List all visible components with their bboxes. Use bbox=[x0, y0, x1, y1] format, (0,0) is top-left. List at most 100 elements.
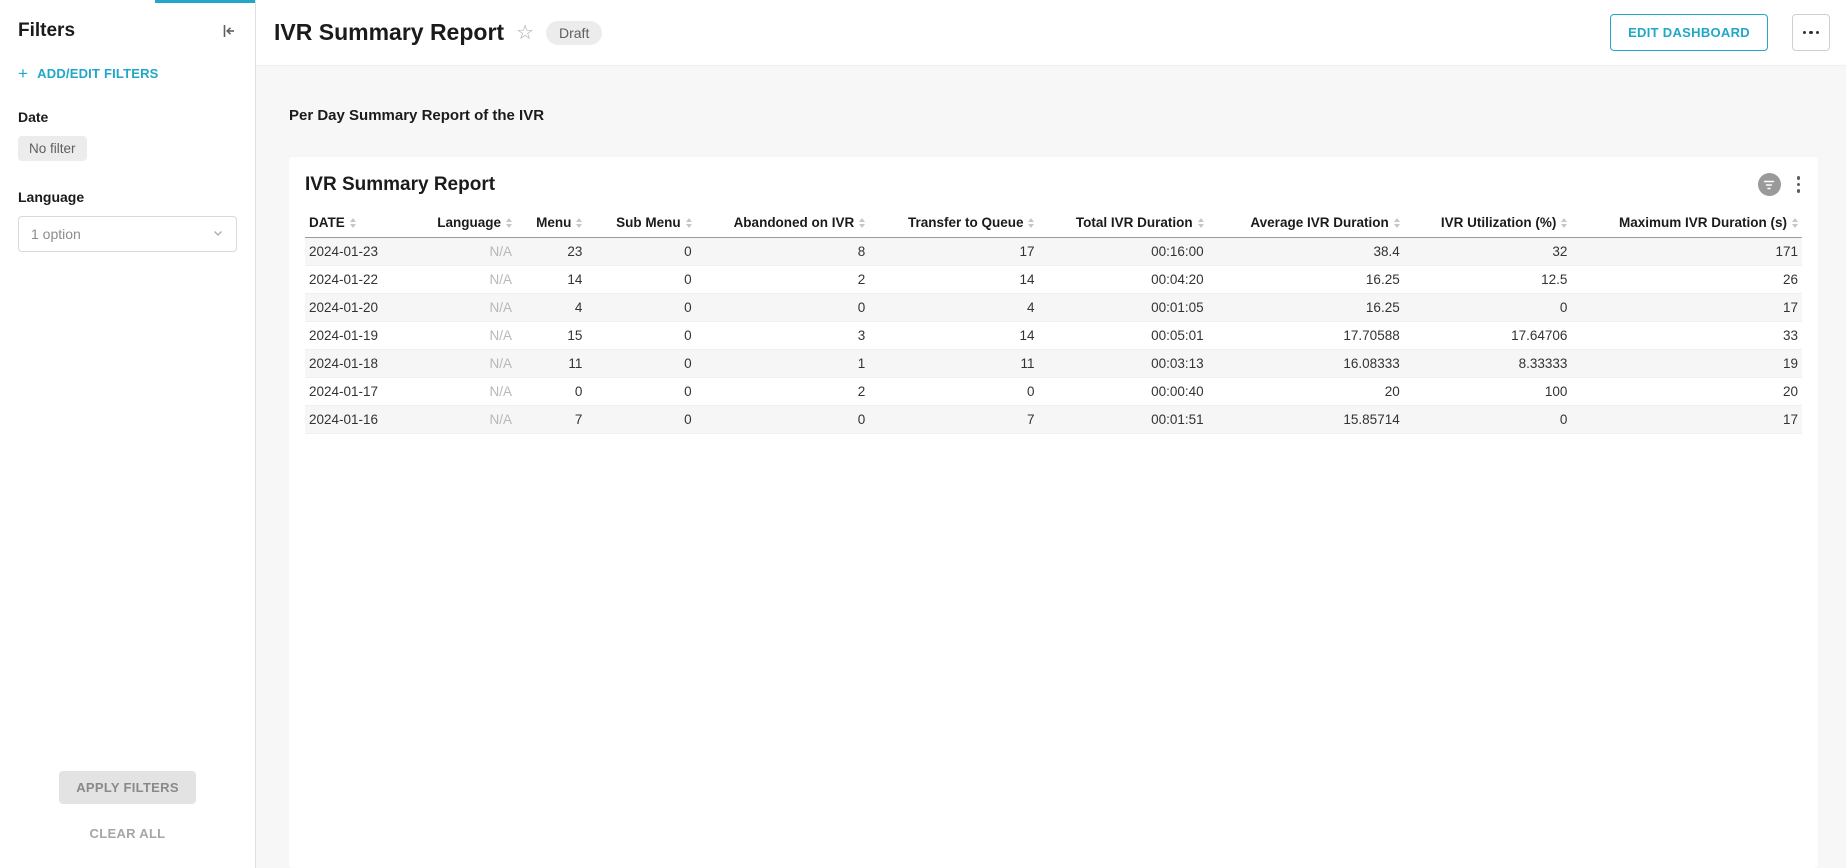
table-cell: 17 bbox=[1571, 294, 1802, 322]
column-header[interactable]: Maximum IVR Duration (s) bbox=[1571, 210, 1802, 238]
language-select[interactable]: 1 option bbox=[18, 216, 237, 252]
sort-icon bbox=[1561, 218, 1567, 228]
more-options-button[interactable] bbox=[1792, 14, 1830, 51]
table-cell: 11 bbox=[516, 350, 586, 378]
table-cell: 8.33333 bbox=[1404, 350, 1572, 378]
chevron-down-icon bbox=[212, 226, 224, 242]
table-cell: 4 bbox=[869, 294, 1038, 322]
table-cell: 0 bbox=[586, 378, 695, 406]
table-cell: N/A bbox=[419, 378, 516, 406]
table-cell: 11 bbox=[869, 350, 1038, 378]
column-header[interactable]: Menu bbox=[516, 210, 586, 238]
table-row: 2024-01-18N/A11011100:03:1316.083338.333… bbox=[305, 350, 1802, 378]
column-header[interactable]: IVR Utilization (%) bbox=[1404, 210, 1572, 238]
table-cell: 0 bbox=[869, 378, 1038, 406]
table-cell: 00:16:00 bbox=[1038, 238, 1207, 266]
header-actions: EDIT DASHBOARD bbox=[1610, 14, 1830, 51]
table-cell: 1 bbox=[696, 350, 870, 378]
table-cell: 19 bbox=[1571, 350, 1802, 378]
title-wrap: IVR Summary Report ☆ Draft bbox=[274, 19, 602, 46]
table-row: 2024-01-22N/A14021400:04:2016.2512.526 bbox=[305, 266, 1802, 294]
column-header[interactable]: Total IVR Duration bbox=[1038, 210, 1207, 238]
column-header[interactable]: Transfer to Queue bbox=[869, 210, 1038, 238]
sort-icon bbox=[1792, 218, 1798, 228]
table-cell: 0 bbox=[586, 238, 695, 266]
chart-title: IVR Summary Report bbox=[305, 174, 495, 196]
chart-card-icons bbox=[1758, 173, 1803, 196]
column-header[interactable]: Sub Menu bbox=[586, 210, 695, 238]
dashboard-header: IVR Summary Report ☆ Draft EDIT DASHBOAR… bbox=[256, 0, 1846, 66]
sort-icon bbox=[350, 218, 356, 228]
table-cell: 7 bbox=[869, 406, 1038, 434]
table-cell: 0 bbox=[586, 406, 695, 434]
dashboard-app: Filters + ADD/EDIT FILTERS Date No filte… bbox=[0, 0, 1846, 868]
table-cell: 00:04:20 bbox=[1038, 266, 1207, 294]
column-header[interactable]: DATE bbox=[305, 210, 419, 238]
add-edit-filters-label: ADD/EDIT FILTERS bbox=[37, 66, 158, 81]
favorite-star-icon[interactable]: ☆ bbox=[516, 23, 534, 43]
table-cell: 2024-01-18 bbox=[305, 350, 419, 378]
table-row: 2024-01-16N/A700700:01:5115.85714017 bbox=[305, 406, 1802, 434]
markdown-text: Per Day Summary Report of the IVR bbox=[289, 106, 1818, 125]
table-cell: 17.64706 bbox=[1404, 322, 1572, 350]
date-filter-group: Date No filter bbox=[18, 109, 237, 161]
table-cell: 2024-01-20 bbox=[305, 294, 419, 322]
filter-sidebar: Filters + ADD/EDIT FILTERS Date No filte… bbox=[0, 0, 256, 868]
table-cell: 14 bbox=[869, 322, 1038, 350]
table-cell: 32 bbox=[1404, 238, 1572, 266]
column-header[interactable]: Abandoned on IVR bbox=[696, 210, 870, 238]
table-cell: 0 bbox=[586, 322, 695, 350]
column-header-label: Transfer to Queue bbox=[908, 215, 1024, 230]
table-cell: 00:00:40 bbox=[1038, 378, 1207, 406]
table-cell: 16.25 bbox=[1208, 294, 1404, 322]
table-cell: 0 bbox=[1404, 406, 1572, 434]
edit-dashboard-button[interactable]: EDIT DASHBOARD bbox=[1610, 14, 1768, 51]
table-row: 2024-01-20N/A400400:01:0516.25017 bbox=[305, 294, 1802, 322]
column-header-label: Maximum IVR Duration (s) bbox=[1619, 215, 1787, 230]
table-cell: 7 bbox=[516, 406, 586, 434]
language-filter-group: Language 1 option bbox=[18, 189, 237, 252]
collapse-sidebar-icon[interactable] bbox=[219, 22, 237, 40]
sidebar-header: Filters bbox=[0, 0, 255, 42]
sidebar-tab-indicator bbox=[155, 0, 255, 3]
column-header-label: DATE bbox=[309, 215, 345, 230]
table-cell: 16.25 bbox=[1208, 266, 1404, 294]
cross-filter-indicator-icon[interactable] bbox=[1758, 173, 1781, 196]
table-cell: 14 bbox=[516, 266, 586, 294]
table-row: 2024-01-17N/A002000:00:402010020 bbox=[305, 378, 1802, 406]
column-header[interactable]: Average IVR Duration bbox=[1208, 210, 1404, 238]
table-cell: 14 bbox=[869, 266, 1038, 294]
table-cell: 8 bbox=[696, 238, 870, 266]
table-cell: 4 bbox=[516, 294, 586, 322]
column-header[interactable]: Language bbox=[419, 210, 516, 238]
table-cell: 17.70588 bbox=[1208, 322, 1404, 350]
table-cell: 0 bbox=[696, 294, 870, 322]
filters-title: Filters bbox=[18, 20, 75, 42]
table-cell: N/A bbox=[419, 294, 516, 322]
date-filter-chip: No filter bbox=[18, 136, 87, 161]
dashboard-content: Per Day Summary Report of the IVR IVR Su… bbox=[256, 66, 1846, 868]
table-cell: 2024-01-22 bbox=[305, 266, 419, 294]
sort-icon bbox=[1394, 218, 1400, 228]
clear-all-button[interactable]: CLEAR ALL bbox=[84, 825, 172, 842]
language-select-value: 1 option bbox=[31, 226, 81, 242]
kebab-menu-icon[interactable] bbox=[1795, 174, 1803, 195]
plus-icon: + bbox=[18, 68, 28, 80]
table-cell: 100 bbox=[1404, 378, 1572, 406]
add-edit-filters-button[interactable]: + ADD/EDIT FILTERS bbox=[18, 66, 237, 81]
sort-icon bbox=[576, 218, 582, 228]
table-cell: 17 bbox=[869, 238, 1038, 266]
sidebar-footer: APPLY FILTERS CLEAR ALL bbox=[0, 771, 255, 868]
column-header-label: Abandoned on IVR bbox=[734, 215, 855, 230]
table-row: 2024-01-19N/A15031400:05:0117.7058817.64… bbox=[305, 322, 1802, 350]
table-cell: 00:01:05 bbox=[1038, 294, 1207, 322]
table-cell: 15 bbox=[516, 322, 586, 350]
column-header-label: Sub Menu bbox=[616, 215, 681, 230]
table-cell: N/A bbox=[419, 350, 516, 378]
table-cell: 0 bbox=[586, 294, 695, 322]
page-title: IVR Summary Report bbox=[274, 19, 504, 46]
table-cell: N/A bbox=[419, 406, 516, 434]
table-cell: 33 bbox=[1571, 322, 1802, 350]
table-cell: 2024-01-17 bbox=[305, 378, 419, 406]
apply-filters-button[interactable]: APPLY FILTERS bbox=[59, 771, 196, 804]
